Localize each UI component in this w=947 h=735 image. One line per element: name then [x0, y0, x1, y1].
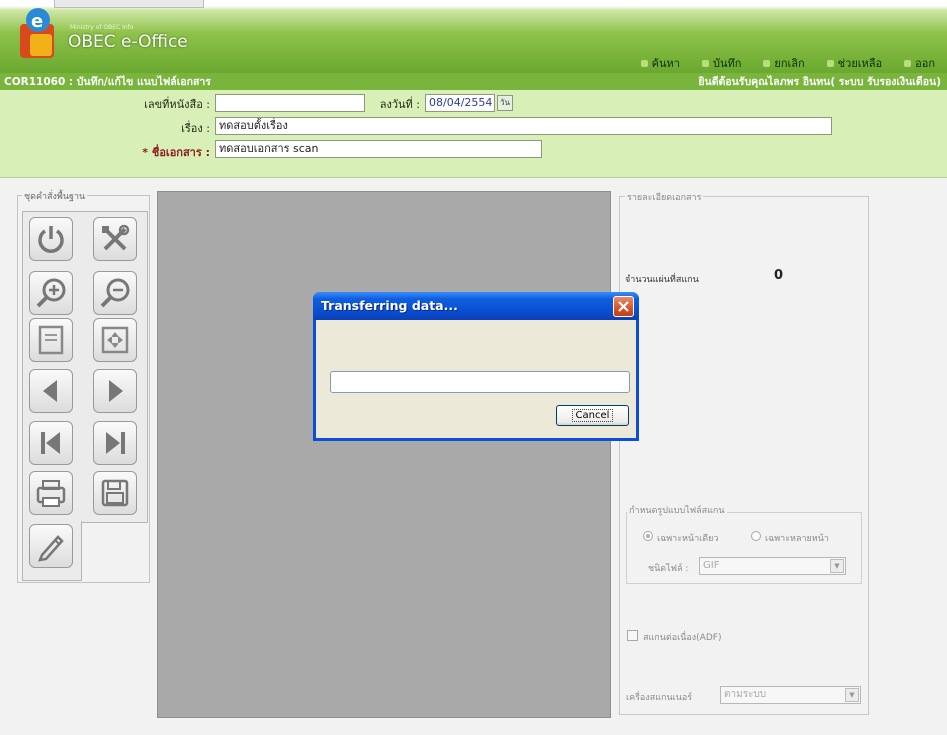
dialog-cancel-button[interactable]: Cancel	[556, 405, 629, 426]
nav-cancel[interactable]: ยกเลิก	[763, 54, 805, 72]
transfer-progress-bar	[330, 371, 630, 393]
dialog-title: Transferring data...	[321, 298, 458, 313]
nav-save-label: บันทึก	[712, 57, 742, 70]
multi-page-label: เฉพาะหลายหน้า	[765, 534, 829, 544]
transfer-dialog: Transferring data... Cancel	[313, 292, 639, 441]
zoom-in-icon	[36, 278, 66, 308]
cancel-label: Cancel	[571, 409, 614, 422]
file-type-label: ชนิดไฟล์ :	[648, 564, 689, 574]
scan-icon	[36, 480, 66, 507]
nav-bullet-icon	[904, 59, 912, 67]
scanned-pages-label: จำนวนแผ่นที่สแกน	[625, 275, 699, 285]
pen-icon	[38, 535, 64, 562]
docname-input[interactable]: ทดสอบเอกสาร scan	[215, 140, 542, 158]
welcome-user: ยินดีต้อนรับคุณไลภพร อินทน( ระบบ รับรองเ…	[698, 76, 941, 88]
nav-bullet-icon	[701, 59, 709, 67]
document-details-legend: รายละเอียดเอกสาร	[625, 190, 704, 204]
calendar-button[interactable]: วัน	[497, 95, 513, 111]
save-image-button[interactable]	[93, 471, 137, 515]
annotate-button[interactable]	[29, 524, 73, 568]
actual-size-icon	[38, 325, 64, 355]
continuous-scan-label: สแกนต่อเนื่อง(ADF)	[643, 633, 722, 643]
last-page-button[interactable]	[93, 421, 137, 465]
scan-button[interactable]	[29, 471, 73, 515]
first-page-icon	[41, 432, 60, 454]
browser-tab-sliver	[54, 0, 204, 8]
nav-search-label: ค้นหา	[651, 57, 680, 70]
nav-save[interactable]: บันทึก	[701, 54, 742, 72]
dialog-close-button[interactable]	[613, 296, 634, 317]
nav-cancel-label: ยกเลิก	[774, 57, 805, 70]
prev-page-icon	[43, 380, 57, 402]
doc-number-label: เลขที่หนังสือ :	[144, 98, 210, 111]
zoom-out-button[interactable]	[93, 271, 137, 315]
power-button[interactable]	[29, 217, 73, 261]
doc-number-input[interactable]	[215, 94, 365, 112]
screen-title-bar: COR11060 : บันทึก/แก้ไข แนบไฟล์เอกสาร ยิ…	[0, 73, 947, 90]
first-page-button[interactable]	[29, 421, 73, 465]
basic-commands-legend: ชุดคำสั่งพื้นฐาน	[22, 189, 88, 203]
file-type-value: GIF	[703, 560, 720, 571]
scanner-value: ตามระบบ	[724, 689, 767, 700]
docname-label: * ชื่อเอกสาร :	[142, 146, 210, 159]
last-page-icon	[106, 432, 125, 454]
logo-tagline: Ministry of OBEC Info	[70, 24, 134, 31]
nav-bullet-icon	[763, 59, 771, 67]
header-banner: e Ministry of OBEC Info OBEC e-Office ค้…	[0, 0, 947, 73]
zoom-in-button[interactable]	[29, 271, 73, 315]
nav-bullet-icon	[826, 59, 834, 67]
tools-icon	[102, 224, 130, 251]
logo-title: OBEC e-Office	[68, 32, 188, 52]
chevron-down-icon: ▼	[845, 688, 859, 702]
fit-page-icon	[101, 326, 129, 354]
date-input[interactable]: 08/04/2554	[425, 94, 495, 112]
nav-help-label: ช่วยเหลือ	[837, 57, 883, 70]
scan-format-legend: กำหนดรูปแบบไฟล์สแกน	[627, 503, 727, 517]
single-page-label: เฉพาะหน้าเดียว	[657, 534, 719, 544]
continuous-scan-checkbox[interactable]	[627, 630, 638, 641]
multi-page-radio[interactable]	[751, 531, 761, 541]
top-navigation: ค้นหา บันทึก ยกเลิก ช่วยเหลือ ออก	[619, 53, 947, 73]
date-label: ลงวันที่ :	[379, 98, 420, 111]
svg-text:e: e	[31, 11, 43, 32]
next-page-icon	[109, 380, 123, 402]
power-icon	[38, 226, 64, 253]
app-window: e Ministry of OBEC Info OBEC e-Office ค้…	[0, 0, 947, 735]
fit-page-button[interactable]	[93, 318, 137, 362]
chevron-down-icon: ▼	[830, 559, 844, 573]
actual-size-button[interactable]	[29, 318, 73, 362]
nav-bullet-icon	[640, 59, 648, 67]
obec-logo-icon: e	[20, 8, 54, 58]
nav-search[interactable]: ค้นหา	[640, 54, 680, 72]
next-page-button[interactable]	[93, 369, 137, 413]
scanned-pages-count: 0	[774, 268, 784, 283]
scanner-label: เครื่องสแกนเนอร์	[626, 693, 693, 703]
save-image-icon	[101, 479, 129, 507]
nav-exit[interactable]: ออก	[904, 54, 935, 72]
close-icon	[618, 301, 629, 312]
dialog-title-bar[interactable]: Transferring data...	[313, 292, 639, 320]
document-preview-area[interactable]	[157, 191, 611, 718]
screen-title: COR11060 : บันทึก/แก้ไข แนบไฟล์เอกสาร	[4, 76, 211, 88]
settings-button[interactable]	[93, 217, 137, 261]
scanner-select[interactable]: ตามระบบ ▼	[720, 686, 861, 704]
zoom-out-icon	[100, 278, 130, 308]
single-page-radio[interactable]	[643, 531, 653, 541]
subject-label: เรื่อง :	[181, 122, 210, 135]
prev-page-button[interactable]	[29, 369, 73, 413]
file-type-select[interactable]: GIF ▼	[699, 557, 846, 575]
document-form: เลขที่หนังสือ : ลงวันที่ : 08/04/2554 วั…	[0, 90, 947, 178]
nav-exit-label: ออก	[915, 57, 935, 70]
subject-input[interactable]: ทดสอบตั้งเรื่อง	[215, 117, 832, 135]
nav-help[interactable]: ช่วยเหลือ	[826, 54, 883, 72]
